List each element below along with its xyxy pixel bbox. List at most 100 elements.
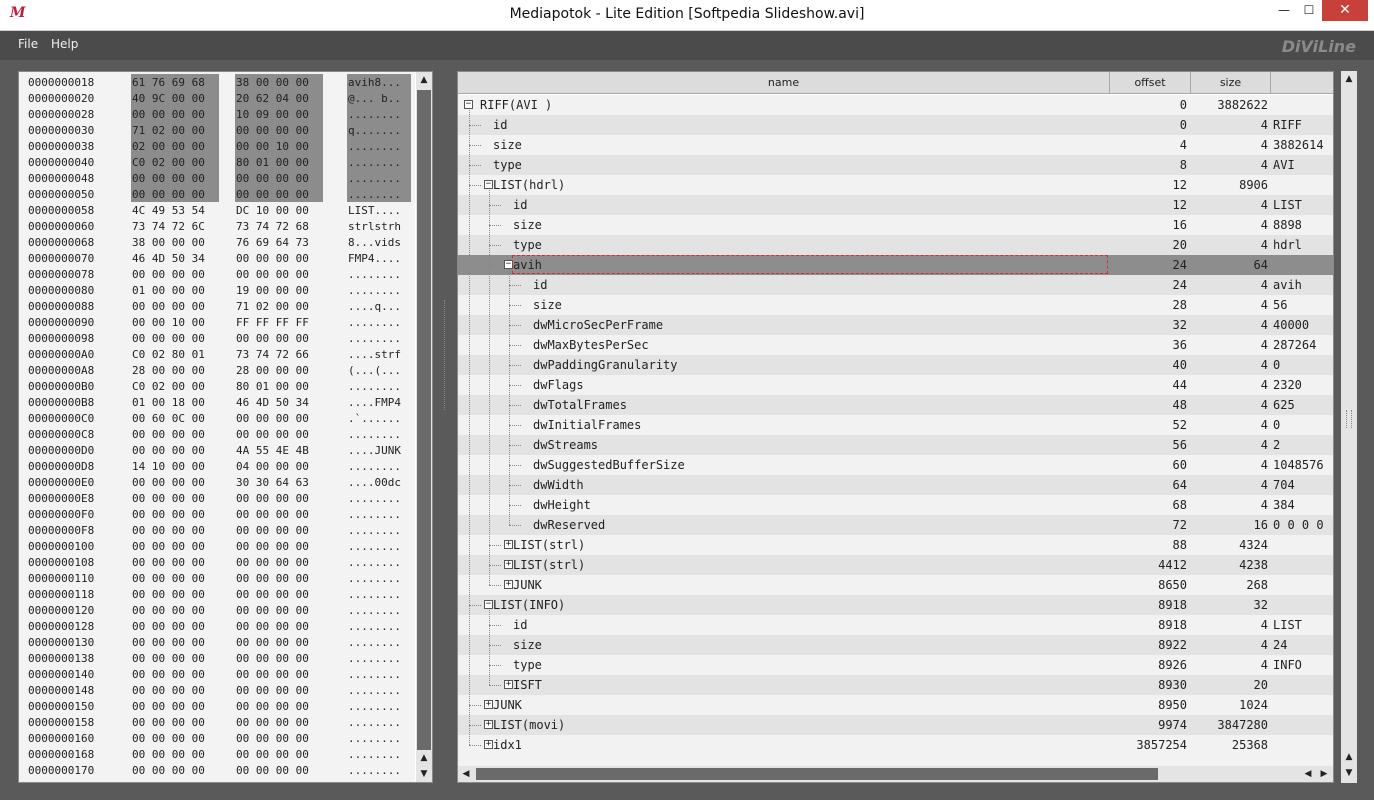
expand-icon[interactable]: + [484, 740, 493, 749]
hex-vertical-scrollbar[interactable]: ▲ ▲ ▼ [416, 72, 432, 782]
tree-row[interactable]: dwMicroSecPerFrame 32 4 40000 [458, 315, 1333, 335]
tree-row[interactable]: id 24 4 avih [458, 275, 1333, 295]
hex-row[interactable]: 0000000128 00 00 00 00 00 00 00 00........ [19, 618, 415, 634]
hex-row[interactable]: 0000000068 38 00 00 00 76 69 64 73 8...vids [19, 234, 415, 250]
tree-row[interactable]: + LIST(strl) 88 4324 [458, 535, 1333, 555]
tree-row[interactable]: size 28 4 56 [458, 295, 1333, 315]
scroll-up-arrow-icon[interactable]: ▲ [1341, 71, 1357, 87]
tree-row[interactable]: − avih 24 64 [458, 255, 1333, 275]
tree-row[interactable]: + ISFT 8930 20 [458, 675, 1333, 695]
tree-row[interactable]: type 8 4 AVI [458, 155, 1333, 175]
scroll-left-arrow-icon[interactable]: ◀ [458, 766, 474, 782]
tree-row[interactable]: id 0 4 RIFF [458, 115, 1333, 135]
hex-row[interactable]: 0000000168 00 00 00 00 00 00 00 00........ [19, 746, 415, 762]
tree-row[interactable]: dwReserved 72 16 0 0 0 0 [458, 515, 1333, 535]
tree-row[interactable]: + JUNK 8650 268 [458, 575, 1333, 595]
scroll-up-arrow-icon[interactable]: ▲ [416, 72, 432, 88]
tree-row[interactable]: dwWidth 64 4 704 [458, 475, 1333, 495]
tree-horizontal-scrollbar[interactable]: ◀ ◀ ▶ [458, 766, 1333, 782]
scroll-down-arrow-icon[interactable]: ▼ [1341, 765, 1357, 781]
hex-row[interactable]: 0000000108 00 00 00 00 00 00 00 00........ [19, 554, 415, 570]
hex-row[interactable]: 0000000090 00 00 10 00 FF FF FF FF........ [19, 314, 415, 330]
tree-row[interactable]: dwPaddingGranularity 40 4 0 [458, 355, 1333, 375]
tree-row[interactable]: dwMaxBytesPerSec 36 4 287264 [458, 335, 1333, 355]
hex-row[interactable]: 0000000118 00 00 00 00 00 00 00 00........ [19, 586, 415, 602]
hex-row[interactable]: 00000000F0 00 00 00 00 00 00 00 00........ [19, 506, 415, 522]
hex-row[interactable]: 00000000B0 C0 02 00 00 80 01 00 00........ [19, 378, 415, 394]
tree-row[interactable]: dwStreams 56 4 2 [458, 435, 1333, 455]
hex-row[interactable]: 0000000130 00 00 00 00 00 00 00 00........ [19, 634, 415, 650]
hex-row[interactable]: 0000000158 00 00 00 00 00 00 00 00........ [19, 714, 415, 730]
tree-row[interactable]: dwSuggestedBufferSize 60 4 1048576 [458, 455, 1333, 475]
hex-row[interactable]: 00000000D8 14 10 00 00 04 00 00 00........ [19, 458, 415, 474]
collapse-icon[interactable]: − [484, 600, 493, 609]
hex-row[interactable]: 0000000060 73 74 72 6C 73 74 72 68 strlstrh [19, 218, 415, 234]
expand-icon[interactable]: + [504, 560, 513, 569]
tree-row[interactable]: dwTotalFrames 48 4 625 [458, 395, 1333, 415]
hex-row[interactable]: 0000000038 02 00 00 00 00 00 10 00........ [19, 138, 415, 154]
hex-row[interactable]: 0000000048 00 00 00 00 00 00 00 00........ [19, 170, 415, 186]
hex-row[interactable]: 0000000088 00 00 00 00 71 02 00 00 ....q... [19, 298, 415, 314]
tree-row[interactable]: type 8926 4 INFO [458, 655, 1333, 675]
close-button[interactable]: ✕ [1322, 0, 1368, 21]
tree-row[interactable]: id 12 4 LIST [458, 195, 1333, 215]
tree-row[interactable]: − RIFF(AVI ) 0 3882622 [458, 95, 1333, 115]
tree-row[interactable]: size 4 4 3882614 [458, 135, 1333, 155]
tree-row[interactable]: size 16 4 8898 [458, 215, 1333, 235]
tree-row[interactable]: dwHeight 68 4 384 [458, 495, 1333, 515]
tree-hscroll-thumb[interactable] [476, 768, 1158, 780]
column-size[interactable]: size [1191, 72, 1271, 94]
hex-rows[interactable]: 0000000018 61 76 69 68 38 00 00 00 avih8...… [19, 72, 415, 782]
hex-scroll-thumb[interactable] [417, 90, 431, 750]
hex-row[interactable]: 00000000C8 00 00 00 00 00 00 00 00........ [19, 426, 415, 442]
scroll-left-arrow-icon[interactable]: ◀ [1300, 766, 1316, 782]
hex-row[interactable]: 0000000050 00 00 00 00 00 00 00 00........ [19, 186, 415, 202]
expand-icon[interactable]: + [504, 680, 513, 689]
hex-row[interactable]: 0000000120 00 00 00 00 00 00 00 00........ [19, 602, 415, 618]
hex-row[interactable]: 0000000100 00 00 00 00 00 00 00 00........ [19, 538, 415, 554]
hex-row[interactable]: 0000000020 40 9C 00 00 20 62 04 00 @... b.. [19, 90, 415, 106]
tree-row[interactable]: dwInitialFrames 52 4 0 [458, 415, 1333, 435]
tree-row[interactable]: + LIST(movi) 9974 3847280 [458, 715, 1333, 735]
hex-row[interactable]: 0000000138 00 00 00 00 00 00 00 00........ [19, 650, 415, 666]
hex-row[interactable]: 00000000E8 00 00 00 00 00 00 00 00........ [19, 490, 415, 506]
hex-row[interactable]: 0000000160 00 00 00 00 00 00 00 00........ [19, 730, 415, 746]
tree-row[interactable]: − LIST(INFO) 8918 32 [458, 595, 1333, 615]
hex-row[interactable]: 0000000058 4C 49 53 54 DC 10 00 00 LIST.... [19, 202, 415, 218]
tree-row[interactable]: + LIST(strl) 4412 4238 [458, 555, 1333, 575]
hex-row[interactable]: 0000000078 00 00 00 00 00 00 00 00........ [19, 266, 415, 282]
column-offset[interactable]: offset [1110, 72, 1191, 94]
hex-row[interactable]: 0000000070 46 4D 50 34 00 00 00 00 FMP4.... [19, 250, 415, 266]
hex-row[interactable]: 00000000E0 00 00 00 00 30 30 64 63 ....00dc [19, 474, 415, 490]
collapse-icon[interactable]: − [464, 100, 473, 109]
hex-row[interactable]: 00000000F8 00 00 00 00 00 00 00 00........ [19, 522, 415, 538]
scroll-up-arrow-icon[interactable]: ▲ [1341, 749, 1357, 765]
collapse-icon[interactable]: − [484, 180, 493, 189]
tree-row[interactable]: id 8918 4 LIST [458, 615, 1333, 635]
tree-row[interactable]: + idx1 3857254 25368 [458, 735, 1333, 755]
expand-icon[interactable]: + [504, 540, 513, 549]
expand-icon[interactable]: + [504, 580, 513, 589]
panel-splitter[interactable] [444, 300, 448, 410]
tree-row[interactable]: size 8922 4 24 [458, 635, 1333, 655]
minimize-button[interactable]: — [1270, 0, 1298, 21]
tree-row[interactable]: − LIST(hdrl) 12 8906 [458, 175, 1333, 195]
scroll-down-arrow-icon[interactable]: ▼ [416, 766, 432, 782]
expand-icon[interactable]: + [484, 720, 493, 729]
maximize-button[interactable]: ☐ [1296, 0, 1322, 21]
hex-row[interactable]: 00000000A0 C0 02 80 01 73 74 72 66 ....strf [19, 346, 415, 362]
expand-icon[interactable]: + [484, 700, 493, 709]
menu-file[interactable]: File [18, 37, 38, 51]
hex-row[interactable]: 0000000018 61 76 69 68 38 00 00 00 avih8... [19, 74, 415, 90]
tree-row[interactable]: type 20 4 hdrl [458, 235, 1333, 255]
hex-row[interactable]: 00000000D0 00 00 00 00 4A 55 4E 4B ....JUNK [19, 442, 415, 458]
hex-row[interactable]: 0000000150 00 00 00 00 00 00 00 00........ [19, 698, 415, 714]
hex-row[interactable]: 0000000080 01 00 00 00 19 00 00 00........ [19, 282, 415, 298]
hex-row[interactable]: 0000000170 00 00 00 00 00 00 00 00........ [19, 762, 415, 778]
resize-grip-icon[interactable] [1346, 410, 1352, 428]
hex-row[interactable]: 0000000110 00 00 00 00 00 00 00 00........ [19, 570, 415, 586]
hex-row[interactable]: 00000000A8 28 00 00 00 28 00 00 00 (...(... [19, 362, 415, 378]
hex-row[interactable]: 0000000148 00 00 00 00 00 00 00 00........ [19, 682, 415, 698]
hex-row[interactable]: 0000000040 C0 02 00 00 80 01 00 00........ [19, 154, 415, 170]
hex-row[interactable]: 0000000030 71 02 00 00 00 00 00 00 q....... [19, 122, 415, 138]
